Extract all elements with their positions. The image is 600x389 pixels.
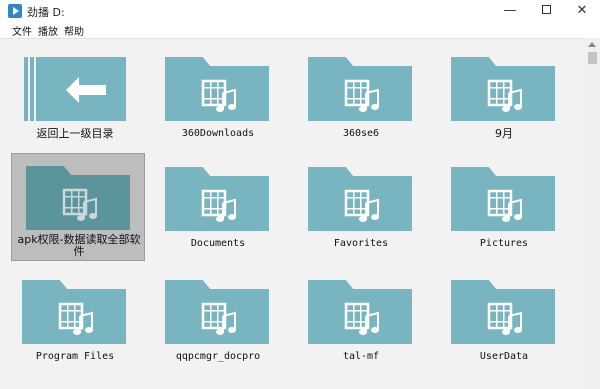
video-folder-icon: [165, 57, 269, 121]
menu-file[interactable]: 文件: [12, 23, 32, 38]
video-folder-icon: [308, 280, 412, 344]
vertical-scrollbar[interactable]: [585, 38, 600, 389]
folder-label: 返回上一级目录: [36, 127, 114, 140]
minimize-button[interactable]: —: [492, 0, 528, 22]
folder-tile[interactable]: UserData: [437, 268, 571, 374]
folder-label: Documents: [190, 238, 246, 249]
folder-label: Favorites: [333, 238, 389, 249]
folder-tile[interactable]: Favorites: [294, 155, 428, 261]
folder-grid: 返回上一级目录 360Downloads 360se6 9月 apk权限-数据读…: [0, 38, 585, 389]
scroll-up-icon[interactable]: [588, 42, 596, 47]
folder-label: 360Downloads: [181, 128, 255, 139]
video-folder-icon: [165, 167, 269, 231]
video-folder-icon: [308, 167, 412, 231]
back-folder-icon: [22, 57, 126, 121]
video-folder-icon: [22, 280, 126, 344]
folder-label: apk权限-数据读取全部软件: [17, 233, 141, 258]
scroll-thumb[interactable]: [588, 52, 597, 64]
folder-label: Pictures: [479, 238, 529, 249]
folder-label: Program Files: [35, 351, 115, 362]
folder-tile-selected[interactable]: apk权限-数据读取全部软件: [11, 153, 145, 261]
title-bar: 劲播 D: — ✕: [0, 0, 600, 22]
video-folder-icon: [451, 57, 555, 121]
folder-tile[interactable]: Documents: [151, 155, 285, 261]
video-folder-icon: [26, 166, 130, 230]
folder-tile[interactable]: 360Downloads: [151, 45, 285, 151]
menu-help[interactable]: 帮助: [64, 23, 84, 38]
menu-bar: 文件 播放 帮助: [0, 22, 600, 38]
folder-label: tal-mf: [342, 351, 380, 362]
menu-play[interactable]: 播放: [38, 23, 58, 38]
folder-label: 360se6: [342, 128, 380, 139]
back-folder-tile[interactable]: 返回上一级目录: [8, 45, 142, 151]
folder-tile[interactable]: Program Files: [8, 268, 142, 374]
folder-tile[interactable]: qqpcmgr_docpro: [151, 268, 285, 374]
folder-tile[interactable]: tal-mf: [294, 268, 428, 374]
video-folder-icon: [451, 280, 555, 344]
close-button[interactable]: ✕: [564, 0, 600, 22]
folder-tile[interactable]: Pictures: [437, 155, 571, 261]
maximize-button[interactable]: [528, 0, 564, 22]
window-title: 劲播 D:: [27, 6, 65, 19]
folder-label: 9月: [495, 127, 513, 140]
video-folder-icon: [165, 280, 269, 344]
folder-tile[interactable]: 360se6: [294, 45, 428, 151]
folder-label: UserData: [479, 351, 529, 362]
folder-label: qqpcmgr_docpro: [175, 351, 261, 362]
back-arrow-icon: [66, 77, 106, 103]
maximize-icon: [541, 5, 551, 14]
video-folder-icon: [451, 167, 555, 231]
video-folder-icon: [308, 57, 412, 121]
play-app-icon: [8, 4, 22, 18]
folder-tile[interactable]: 9月: [437, 45, 571, 151]
